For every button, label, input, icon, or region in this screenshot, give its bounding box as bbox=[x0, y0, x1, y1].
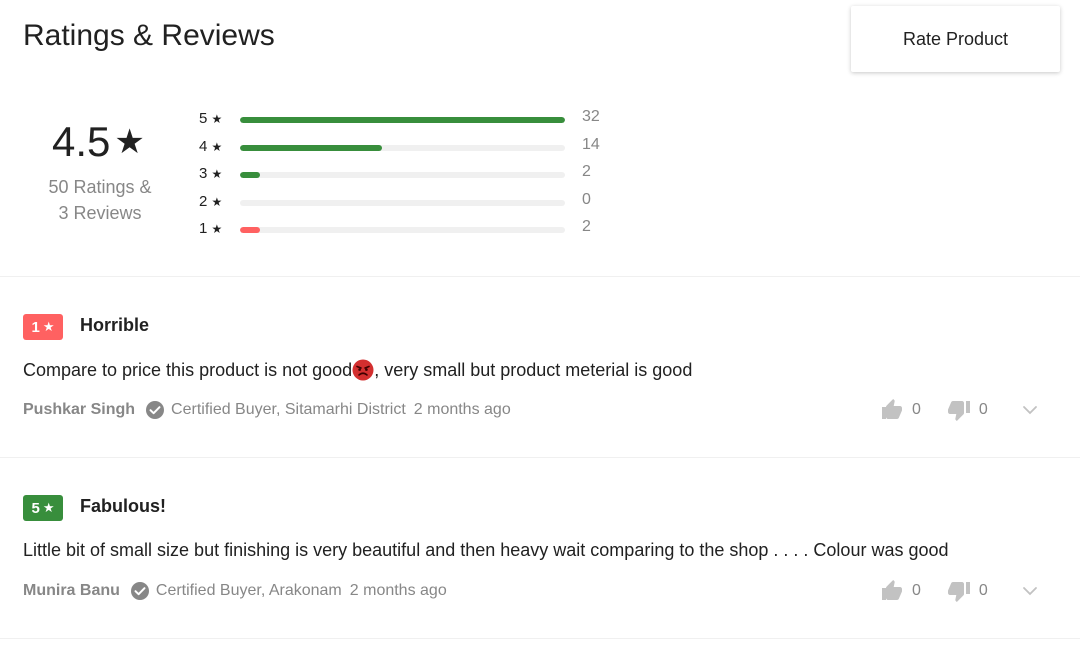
review-text-start: Little bit of small size but finishing i… bbox=[23, 540, 949, 560]
review-card: 5 ★ Fabulous! Little bit of small size bu… bbox=[0, 495, 1080, 648]
rating-row-stars: 1 bbox=[199, 220, 208, 237]
review-text: Little bit of small size but finishing i… bbox=[23, 540, 949, 561]
rating-row-count: 32 bbox=[582, 108, 600, 125]
star-icon: ★ bbox=[211, 195, 223, 209]
thumbs-down-icon bbox=[947, 401, 970, 421]
rating-row-stars: 5 bbox=[199, 110, 208, 127]
rating-bar-fill bbox=[240, 117, 565, 123]
star-icon: ★ bbox=[114, 123, 145, 161]
divider bbox=[0, 638, 1080, 639]
review-text: Compare to price this product is not goo… bbox=[23, 359, 692, 381]
rating-row-count: 2 bbox=[582, 218, 591, 235]
review-time: 2 months ago bbox=[349, 582, 447, 599]
rating-bar-fill bbox=[240, 145, 383, 151]
divider bbox=[0, 457, 1080, 458]
rating-badge: 1 ★ bbox=[23, 314, 63, 340]
rating-row-stars: 3 bbox=[199, 165, 208, 182]
reviews-header: Ratings & Reviews Rate Product bbox=[0, 0, 1080, 90]
rating-row-stars: 4 bbox=[199, 138, 208, 155]
thumbs-up-icon bbox=[882, 580, 902, 600]
like-button[interactable]: 0 bbox=[880, 398, 921, 422]
rating-row-stars: 2 bbox=[199, 193, 208, 210]
rating-row-count: 0 bbox=[582, 191, 591, 208]
rate-product-button[interactable]: Rate Product bbox=[851, 6, 1060, 72]
review-actions: 0 0 bbox=[880, 398, 1040, 422]
dislike-button[interactable]: 0 bbox=[947, 579, 988, 603]
average-rating-value: 4.5 bbox=[52, 118, 111, 165]
rating-bar-fill bbox=[240, 227, 261, 233]
rating-row-2: 2 ★ 0 bbox=[199, 191, 619, 213]
rating-bar-track bbox=[240, 200, 565, 206]
review-actions: 0 0 bbox=[880, 579, 1040, 603]
star-icon: ★ bbox=[42, 319, 55, 334]
dislike-button[interactable]: 0 bbox=[947, 398, 988, 422]
rating-row-count: 14 bbox=[582, 136, 600, 153]
review-meta: Munira Banu Certified Buyer, Arakonam 2 … bbox=[23, 581, 447, 601]
dislike-count: 0 bbox=[978, 401, 988, 418]
average-rating: 4.5 ★ bbox=[52, 118, 145, 166]
review-meta: Pushkar Singh Certified Buyer, Sitamarhi… bbox=[23, 400, 511, 420]
star-icon: ★ bbox=[211, 222, 223, 236]
rating-row-4: 4 ★ 14 bbox=[199, 136, 619, 158]
rating-bar-track bbox=[240, 117, 565, 123]
rating-counts: 50 Ratings & 3 Reviews bbox=[30, 174, 170, 226]
thumbs-up-icon bbox=[882, 399, 902, 419]
rating-summary: 4.5 ★ 50 Ratings & 3 Reviews 5 ★ 32 4 ★ … bbox=[0, 100, 1080, 276]
certified-buyer-label: Certified Buyer, Sitamarhi District bbox=[171, 401, 406, 418]
review-text-start: Compare to price this product is not goo… bbox=[23, 359, 353, 380]
certified-check-icon bbox=[130, 582, 149, 600]
star-icon: ★ bbox=[211, 167, 223, 181]
rating-row-count: 2 bbox=[582, 163, 591, 180]
rating-badge-value: 1 bbox=[31, 318, 40, 336]
review-author: Pushkar Singh bbox=[23, 401, 136, 418]
review-title: Fabulous! bbox=[80, 496, 166, 516]
rating-bar-fill bbox=[240, 172, 261, 178]
page-title: Ratings & Reviews bbox=[23, 19, 275, 52]
angry-face-icon bbox=[352, 359, 374, 381]
rating-row-5: 5 ★ 32 bbox=[199, 108, 619, 130]
star-icon: ★ bbox=[211, 112, 223, 126]
chevron-down-icon[interactable] bbox=[1020, 400, 1040, 420]
rating-row-3: 3 ★ 2 bbox=[199, 163, 619, 185]
chevron-down-icon[interactable] bbox=[1020, 581, 1040, 601]
dislike-count: 0 bbox=[978, 582, 988, 599]
review-author: Munira Banu bbox=[23, 582, 120, 599]
rating-badge-value: 5 bbox=[31, 499, 40, 517]
like-button[interactable]: 0 bbox=[880, 579, 921, 603]
rating-bar-track bbox=[240, 172, 565, 178]
rating-bar-track bbox=[240, 145, 565, 151]
thumbs-down-icon bbox=[947, 582, 970, 602]
star-icon: ★ bbox=[211, 140, 223, 154]
reviews-count: 3 Reviews bbox=[58, 203, 142, 223]
review-text-end: , very small but product meterial is goo… bbox=[374, 359, 693, 380]
review-time: 2 months ago bbox=[413, 401, 511, 418]
review-card: 1 ★ Horrible Compare to price this produc… bbox=[0, 314, 1080, 494]
certified-check-icon bbox=[146, 401, 165, 419]
rating-badge: 5 ★ bbox=[23, 495, 63, 521]
rating-row-1: 1 ★ 2 bbox=[199, 218, 619, 240]
star-icon: ★ bbox=[42, 500, 55, 515]
ratings-count: 50 Ratings & bbox=[48, 177, 152, 197]
rating-bar-track bbox=[240, 227, 565, 233]
review-title: Horrible bbox=[80, 315, 150, 335]
divider bbox=[0, 276, 1080, 277]
like-count: 0 bbox=[912, 582, 921, 599]
like-count: 0 bbox=[912, 401, 921, 418]
certified-buyer-label: Certified Buyer, Arakonam bbox=[155, 582, 342, 599]
